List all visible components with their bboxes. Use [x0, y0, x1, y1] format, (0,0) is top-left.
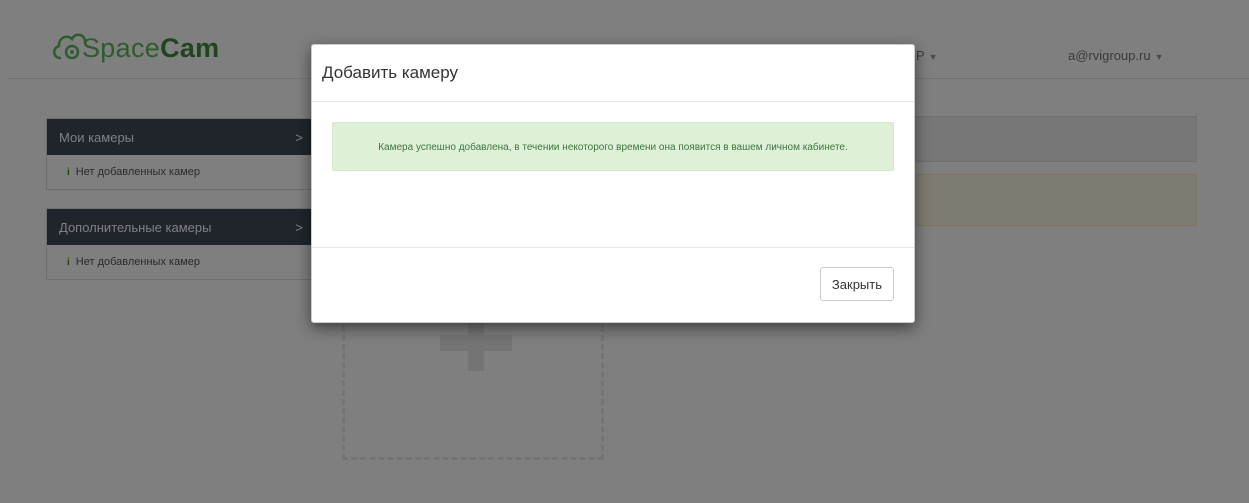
modal-footer: Закрыть: [312, 247, 914, 322]
modal-body: Камера успешно добавлена, в течении неко…: [312, 102, 914, 208]
modal-header: Добавить камеру: [312, 45, 914, 102]
add-camera-modal: Добавить камеру Камера успешно добавлена…: [311, 44, 915, 323]
success-alert: Камера успешно добавлена, в течении неко…: [332, 122, 894, 171]
close-button[interactable]: Закрыть: [819, 267, 894, 301]
modal-title: Добавить камеру: [322, 63, 459, 82]
